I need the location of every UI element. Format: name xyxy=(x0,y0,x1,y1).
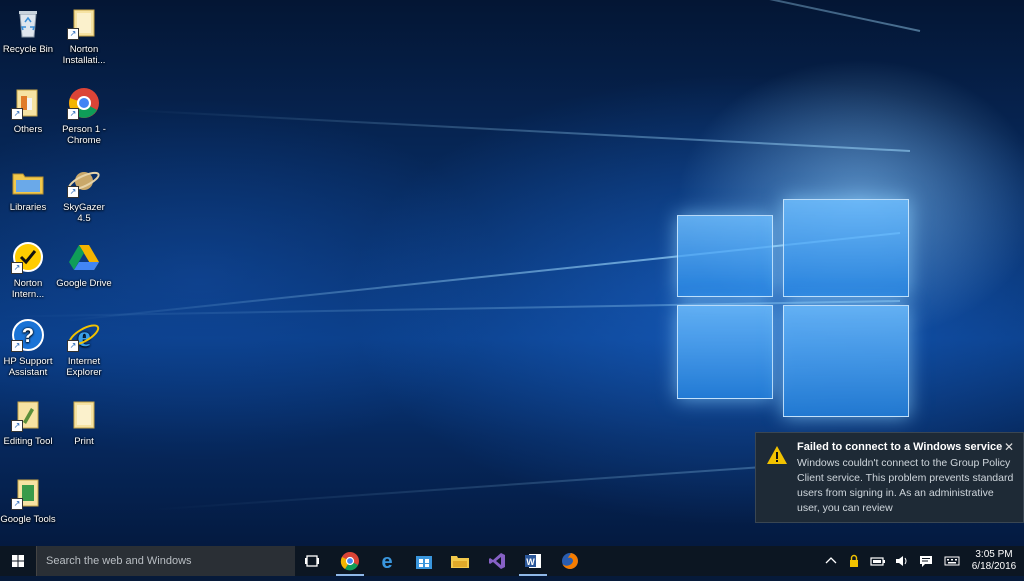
warning-icon xyxy=(766,445,788,465)
icon-label: Editing Tool xyxy=(3,436,53,447)
desktop-icon-google-drive[interactable]: Google Drive xyxy=(56,240,112,289)
desktop-icon-skygazer[interactable]: ↗ SkyGazer 4.5 xyxy=(56,164,112,224)
desktop-icon-recycle-bin[interactable]: Recycle Bin xyxy=(0,6,56,55)
action-center-icon[interactable] xyxy=(918,553,934,569)
file-explorer-icon[interactable] xyxy=(450,551,470,571)
icon-label: Libraries xyxy=(9,202,47,213)
logo-pane xyxy=(783,305,909,417)
shortcut-arrow-icon: ↗ xyxy=(11,498,23,510)
desktop-icon-hp-support[interactable]: ? ↗ HP Support Assistant xyxy=(0,318,56,378)
norton-icon: ↗ xyxy=(11,240,45,274)
svg-text:W: W xyxy=(526,557,535,567)
icon-label: Person 1 - Chrome xyxy=(62,124,106,146)
search-box[interactable]: Search the web and Windows xyxy=(36,546,295,576)
icon-label: HP Support Assistant xyxy=(3,356,53,378)
windows-logo-wallpaper xyxy=(675,185,915,425)
desktop-icon-norton-installation[interactable]: ↗ Norton Installati... xyxy=(56,6,112,66)
svg-text:e: e xyxy=(381,551,392,571)
help-icon: ? ↗ xyxy=(11,318,45,352)
battery-icon[interactable] xyxy=(870,553,886,569)
edge-icon[interactable]: e xyxy=(377,551,397,573)
shortcut-arrow-icon: ↗ xyxy=(11,262,23,274)
google-drive-icon xyxy=(67,240,101,274)
svg-text:e: e xyxy=(77,320,90,352)
folder-icon: ↗ xyxy=(11,398,45,432)
volume-icon[interactable] xyxy=(894,553,910,569)
desktop-icon-norton-internet[interactable]: ↗ Norton Intern... xyxy=(0,240,56,300)
keyboard-icon[interactable] xyxy=(944,553,960,569)
chrome-icon: ↗ xyxy=(67,86,101,120)
recycle-bin-icon xyxy=(11,6,45,40)
shortcut-arrow-icon: ↗ xyxy=(67,28,79,40)
folder-icon xyxy=(67,398,101,432)
svg-text:?: ? xyxy=(22,325,34,347)
light-beam xyxy=(235,0,921,32)
system-clock[interactable]: 3:05 PM 6/18/2016 xyxy=(968,549,1020,573)
close-icon[interactable]: ✕ xyxy=(1004,440,1014,454)
lock-icon[interactable] xyxy=(846,553,862,569)
desktop-icon-others[interactable]: ↗ Others xyxy=(0,86,56,135)
notification-title: Failed to connect to a Windows service xyxy=(797,441,1003,453)
shortcut-arrow-icon: ↗ xyxy=(11,420,23,432)
desktop-icon-internet-explorer[interactable]: e ↗ Internet Explorer xyxy=(56,318,112,378)
chevron-up-icon[interactable] xyxy=(823,553,839,569)
desktop-icon-print[interactable]: Print xyxy=(56,398,112,447)
start-button[interactable] xyxy=(0,546,36,576)
skygazer-icon: ↗ xyxy=(67,164,101,198)
icon-label: Google Drive xyxy=(56,278,112,289)
icon-label: Norton Installati... xyxy=(62,44,106,66)
desktop-icon-person1-chrome[interactable]: ↗ Person 1 - Chrome xyxy=(56,86,112,146)
taskbar: Search the web and Windows e W 3:05 PM 6… xyxy=(0,546,1024,576)
shortcut-arrow-icon: ↗ xyxy=(67,186,79,198)
clock-time: 3:05 PM xyxy=(975,549,1013,560)
shortcut-arrow-icon: ↗ xyxy=(67,340,79,352)
icon-label: Recycle Bin xyxy=(2,44,54,55)
shortcut-arrow-icon: ↗ xyxy=(11,108,23,120)
store-icon[interactable] xyxy=(414,551,434,571)
word-icon[interactable]: W xyxy=(523,551,543,571)
icon-label: Others xyxy=(13,124,43,135)
internet-explorer-icon: e ↗ xyxy=(67,318,101,353)
folder-icon: ↗ xyxy=(11,86,45,120)
icon-label: Norton Intern... xyxy=(11,278,45,300)
notification-body: Windows couldn't connect to the Group Po… xyxy=(797,457,1014,514)
icon-label: SkyGazer 4.5 xyxy=(63,202,105,224)
icon-label: Print xyxy=(74,436,94,447)
logo-pane xyxy=(677,215,773,297)
desktop-icon-editing-tool[interactable]: ↗ Editing Tool xyxy=(0,398,56,447)
icon-label: Internet Explorer xyxy=(66,356,102,378)
light-beam xyxy=(121,108,911,152)
chrome-icon[interactable] xyxy=(340,551,360,571)
logo-pane xyxy=(783,199,909,297)
shortcut-arrow-icon: ↗ xyxy=(67,108,79,120)
logo-pane xyxy=(677,305,773,399)
desktop-icon-google-tools[interactable]: ↗ Google Tools xyxy=(0,476,56,525)
firefox-icon[interactable] xyxy=(560,551,580,571)
desktop-icon-libraries[interactable]: Libraries xyxy=(0,164,56,213)
visual-studio-icon[interactable] xyxy=(487,551,507,571)
search-placeholder: Search the web and Windows xyxy=(46,555,192,567)
icon-label: Google Tools xyxy=(0,514,56,525)
folder-icon: ↗ xyxy=(11,476,45,510)
shortcut-arrow-icon: ↗ xyxy=(11,340,23,352)
folder-icon: ↗ xyxy=(67,6,101,40)
task-view-icon[interactable] xyxy=(302,551,322,571)
windows-icon xyxy=(12,555,24,567)
clock-date: 6/18/2016 xyxy=(971,561,1017,572)
libraries-icon xyxy=(11,164,45,198)
notification-toast[interactable]: Failed to connect to a Windows service ✕… xyxy=(755,432,1024,523)
